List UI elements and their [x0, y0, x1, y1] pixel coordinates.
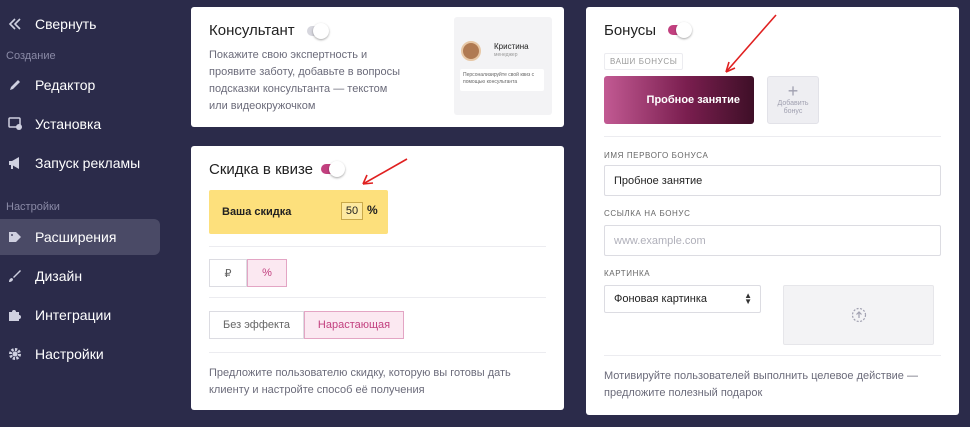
install-icon	[7, 116, 23, 132]
brush-icon	[7, 268, 23, 284]
annotation-arrow	[362, 158, 408, 185]
add-bonus-label-1: Добавить	[777, 100, 809, 107]
bonus-link-label: ССЫЛКА НА БОНУС	[604, 209, 691, 218]
sidebar-item-label: Интеграции	[35, 307, 112, 323]
currency-option-percent[interactable]: %	[247, 259, 287, 287]
divider	[209, 352, 546, 353]
sidebar-item-label: Настройки	[35, 346, 104, 362]
divider	[604, 355, 941, 356]
collapse-button[interactable]: Свернуть	[0, 6, 160, 42]
consultant-title: Консультант	[209, 22, 295, 39]
add-bonus-button[interactable]: + Добавить бонус	[767, 76, 819, 124]
bonus-toggle[interactable]	[668, 22, 692, 38]
discount-preview: Ваша скидка 50 %	[209, 190, 388, 234]
sidebar-item-design[interactable]: Дизайн	[0, 258, 160, 294]
bonus-title: Бонусы	[604, 22, 657, 39]
select-arrows-icon: ▲ ▼	[744, 291, 752, 306]
divider	[604, 136, 941, 137]
pencil-icon	[7, 77, 23, 93]
puzzle-icon	[7, 307, 23, 323]
consultant-description: Покажите свою экспертность и проявите за…	[209, 49, 401, 112]
preview-name: Кристина	[494, 42, 529, 51]
sidebar-item-label: Запуск рекламы	[35, 155, 141, 171]
your-bonuses-tag: ВАШИ БОНУСЫ	[604, 53, 684, 70]
sidebar-item-extensions[interactable]: Расширения	[0, 219, 160, 255]
divider	[209, 297, 546, 298]
collapse-label: Свернуть	[35, 16, 97, 32]
upload-icon	[851, 307, 866, 323]
sidebar-item-label: Дизайн	[35, 268, 83, 284]
consultant-card: Консультант Покажите свою экспертность и…	[191, 7, 564, 127]
annotation-arrow	[725, 14, 777, 73]
extensions-icon	[7, 229, 23, 245]
image-upload[interactable]	[783, 285, 934, 345]
divider	[209, 246, 546, 247]
discount-hint: Предложите пользователю скидку, которую …	[209, 367, 511, 396]
effect-toggle: Без эффекта Нарастающая	[209, 311, 404, 339]
bonus-name-input[interactable]: Пробное занятие	[604, 165, 941, 196]
effect-option-none[interactable]: Без эффекта	[209, 311, 304, 339]
sidebar-item-ads[interactable]: Запуск рекламы	[0, 145, 160, 181]
preview-role: менеджер	[494, 52, 518, 58]
sidebar-item-label: Установка	[35, 116, 102, 132]
image-label: КАРТИНКА	[604, 269, 651, 278]
sidebar-item-install[interactable]: Установка	[0, 106, 160, 142]
bonus-name-label: ИМЯ ПЕРВОГО БОНУСА	[604, 151, 709, 160]
bonus-tile[interactable]: Пробное занятие	[604, 76, 754, 124]
consultant-preview: Кристина менеджер Персонализируйте свой …	[454, 17, 552, 115]
sidebar-item-label: Редактор	[35, 77, 96, 93]
sidebar-item-integrations[interactable]: Интеграции	[0, 297, 160, 333]
sidebar-item-editor[interactable]: Редактор	[0, 67, 160, 103]
plus-icon: +	[787, 81, 799, 101]
image-type-select[interactable]: Фоновая картинка ▲ ▼	[604, 285, 761, 313]
megaphone-icon	[7, 155, 23, 171]
sidebar: Свернуть Создание Редактор Установка Зап…	[0, 0, 173, 427]
section-settings-label: Настройки	[6, 201, 60, 213]
double-chevron-left-icon	[7, 16, 23, 32]
effect-option-growing[interactable]: Нарастающая	[304, 311, 404, 339]
section-create-label: Создание	[6, 50, 56, 62]
discount-toggle[interactable]	[321, 161, 345, 177]
image-type-value: Фоновая картинка	[614, 293, 708, 305]
discount-title: Скидка в квизе	[209, 161, 314, 178]
bonus-footer-hint: Мотивируйте пользователей выполнить целе…	[604, 370, 918, 399]
sidebar-item-settings[interactable]: Настройки	[0, 336, 160, 372]
discount-label: Ваша скидка	[222, 206, 292, 218]
add-bonus-label-2: бонус	[783, 108, 803, 115]
discount-value-input[interactable]: 50	[341, 202, 363, 220]
gear-icon	[7, 346, 23, 362]
avatar	[461, 41, 481, 61]
bonus-tile-label: Пробное занятие	[646, 94, 740, 106]
currency-option-rub[interactable]: ₽	[209, 259, 247, 287]
sidebar-item-label: Расширения	[35, 229, 117, 245]
bonus-link-input[interactable]: www.example.com	[604, 225, 941, 256]
preview-message: Персонализируйте свой квиз с помощью кон…	[460, 69, 544, 91]
discount-unit: %	[367, 203, 378, 217]
consultant-toggle[interactable]	[307, 23, 329, 39]
currency-toggle: ₽ %	[209, 259, 287, 287]
